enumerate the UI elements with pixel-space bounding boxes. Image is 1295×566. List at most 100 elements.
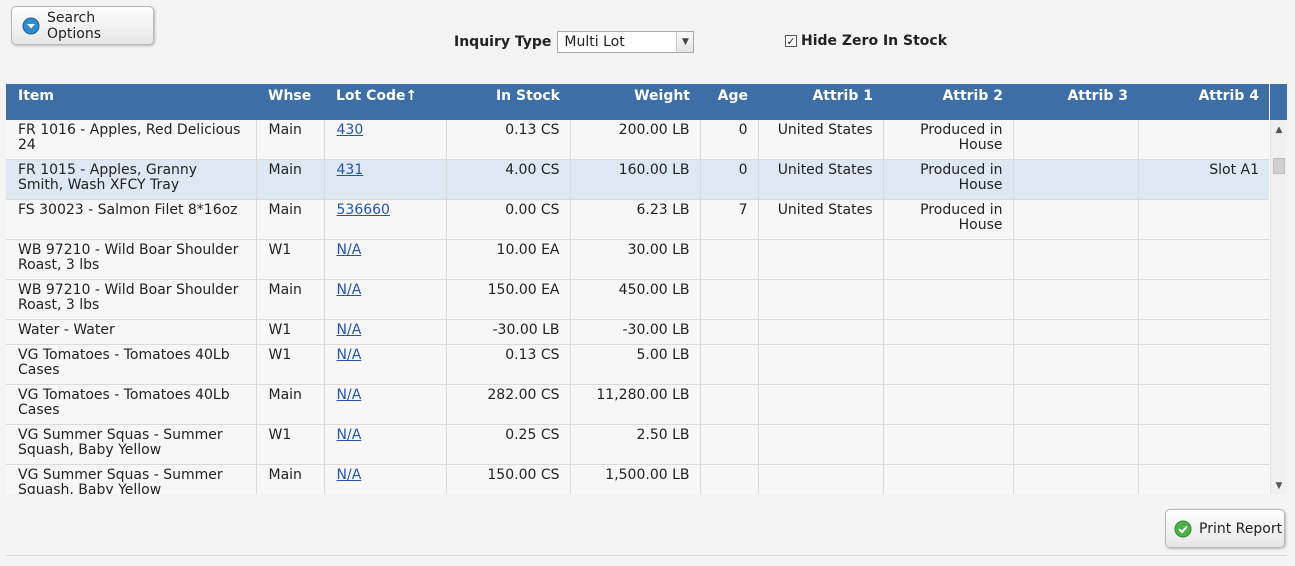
attrib2-cell [883,344,1014,385]
lot-code-cell: N/A [324,384,447,425]
lot-code-cell: N/A [324,319,447,345]
lot-code-link[interactable]: 431 [337,162,364,178]
in-stock-cell: 282.00 CS [446,384,571,425]
column-header-attrib2[interactable]: Attrib 2 [883,84,1013,120]
table-row[interactable]: FS 30023 - Salmon Filet 8*16oz Main 536660… [6,199,1269,240]
lot-code-link[interactable]: 430 [337,122,364,138]
table-row[interactable]: FR 1016 - Apples, Red Delicious 24 Main 43… [6,120,1269,160]
lot-code-link[interactable]: N/A [337,467,362,483]
scroll-down-arrow-icon[interactable]: ▼ [1271,478,1287,494]
attrib3-cell [1013,424,1139,465]
column-header-attrib1[interactable]: Attrib 1 [758,84,883,120]
lot-code-cell: N/A [324,279,447,320]
hide-zero-in-stock-toggle[interactable]: ✓ Hide Zero In Stock [785,33,947,49]
search-options-button[interactable]: Search Options [11,6,154,45]
attrib3-cell [1013,279,1139,320]
attrib3-cell [1013,319,1139,345]
check-circle-icon [1174,520,1192,538]
lot-code-link[interactable]: N/A [337,347,362,363]
table-row[interactable]: Water - Water W1 N/A -30.00 LB -30.00 LB [6,319,1269,345]
table-row[interactable]: VG Summer Squas - Summer Squash, Baby Ye… [6,464,1269,494]
lot-code-cell: 536660 [324,199,447,240]
attrib4-cell [1138,199,1269,240]
age-cell [700,464,759,494]
inventory-table: Item Whse Lot Code↑ In Stock Weight Age … [6,84,1269,494]
age-cell: 0 [700,120,759,160]
attrib3-cell [1013,239,1139,280]
in-stock-cell: 0.13 CS [446,120,571,160]
whse-cell: W1 [256,239,325,280]
column-header-age[interactable]: Age [700,84,758,120]
hide-zero-checkbox[interactable]: ✓ [785,35,797,48]
scrollbar-header-cap [1270,84,1287,120]
chevron-down-circle-icon [22,17,40,35]
chevron-down-icon[interactable]: ▼ [676,32,694,52]
weight-cell: 6.23 LB [570,199,701,240]
lot-code-link[interactable]: N/A [337,387,362,403]
column-header-lot-code[interactable]: Lot Code↑ [324,84,446,120]
item-cell: FS 30023 - Salmon Filet 8*16oz [6,199,257,240]
column-header-attrib3[interactable]: Attrib 3 [1013,84,1138,120]
age-cell: 0 [700,159,759,200]
weight-cell: 200.00 LB [570,120,701,160]
attrib2-cell [883,279,1014,320]
inquiry-type-select[interactable]: Multi Lot ▼ [557,31,695,53]
attrib2-cell: Produced in House [883,159,1014,200]
lot-code-cell: N/A [324,344,447,385]
attrib2-cell [883,319,1014,345]
attrib2-cell: Produced in House [883,120,1014,160]
whse-cell: Main [256,159,325,200]
header-row: Item Whse Lot Code↑ In Stock Weight Age … [6,84,1269,120]
table-row[interactable]: VG Tomatoes - Tomatoes 40Lb Cases Main N/A… [6,384,1269,425]
attrib1-cell: United States [758,199,884,240]
in-stock-cell: 4.00 CS [446,159,571,200]
column-header-attrib4[interactable]: Attrib 4 [1138,84,1269,120]
table-row[interactable]: WB 97210 - Wild Boar Shoulder Roast, 3 l… [6,279,1269,320]
attrib2-cell [883,239,1014,280]
attrib2-cell [883,424,1014,465]
weight-cell: 450.00 LB [570,279,701,320]
age-cell [700,239,759,280]
table-row[interactable]: FR 1015 - Apples, Granny Smith, Wash XFC… [6,159,1269,200]
attrib1-cell [758,239,884,280]
item-cell: VG Summer Squas - Summer Squash, Baby Ye… [6,464,257,494]
scroll-up-arrow-icon[interactable]: ▲ [1271,122,1287,138]
attrib3-cell [1013,464,1139,494]
column-header-whse[interactable]: Whse [256,84,324,120]
lot-code-link[interactable]: N/A [337,242,362,258]
weight-cell: 160.00 LB [570,159,701,200]
item-cell: WB 97210 - Wild Boar Shoulder Roast, 3 l… [6,239,257,280]
column-header-in-stock[interactable]: In Stock [446,84,570,120]
attrib3-cell [1013,344,1139,385]
lot-code-cell: N/A [324,464,447,494]
in-stock-cell: 0.25 CS [446,424,571,465]
attrib1-cell: United States [758,120,884,160]
weight-cell: -30.00 LB [570,319,701,345]
attrib4-cell [1138,279,1269,320]
lot-code-link[interactable]: N/A [337,282,362,298]
hide-zero-label: Hide Zero In Stock [801,33,948,49]
search-options-label: Search Options [47,9,102,42]
inquiry-type-label: Inquiry Type [454,34,552,50]
whse-cell: Main [256,120,325,160]
lot-code-cell: 430 [324,120,447,160]
lot-code-link[interactable]: 536660 [337,202,390,218]
in-stock-cell: 150.00 CS [446,464,571,494]
table-row[interactable]: VG Summer Squas - Summer Squash, Baby Ye… [6,424,1269,465]
attrib4-cell [1138,384,1269,425]
lot-code-link[interactable]: N/A [337,427,362,443]
table-row[interactable]: VG Tomatoes - Tomatoes 40Lb Cases W1 N/A 0.… [6,344,1269,385]
attrib4-cell [1138,464,1269,494]
table-row[interactable]: WB 97210 - Wild Boar Shoulder Roast, 3 l… [6,239,1269,280]
lot-code-cell: N/A [324,239,447,280]
lot-code-link[interactable]: N/A [337,322,362,338]
whse-cell: W1 [256,424,325,465]
attrib2-cell [883,384,1014,425]
scroll-thumb[interactable] [1273,158,1285,174]
vertical-scrollbar[interactable]: ▲ ▼ [1270,120,1287,494]
column-header-weight[interactable]: Weight [570,84,700,120]
item-cell: Water - Water [6,319,257,345]
print-report-button[interactable]: Print Report [1165,509,1285,548]
column-header-item[interactable]: Item [6,84,256,120]
weight-cell: 2.50 LB [570,424,701,465]
